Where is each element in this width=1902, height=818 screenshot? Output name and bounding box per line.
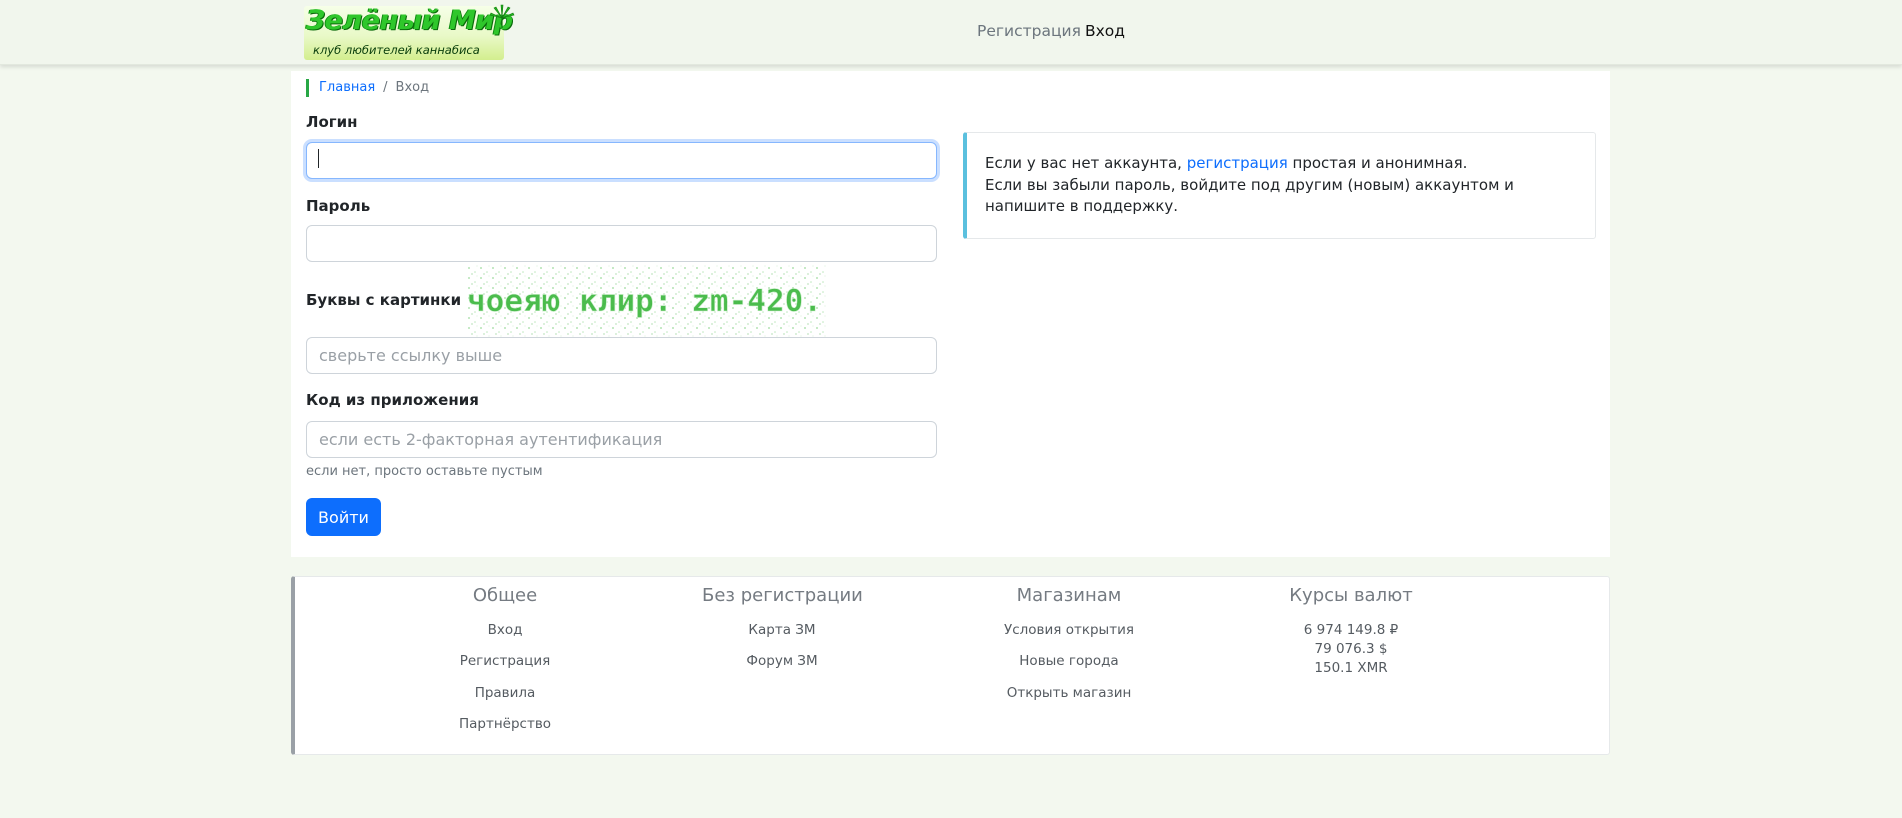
info-alert: Если у вас нет аккаунта, регистрация про… (963, 132, 1596, 239)
rate-xmr: 150.1 XMR (1314, 660, 1388, 676)
two-factor-help-text: если нет, просто оставьте пустым (306, 464, 543, 479)
password-label: Пароль (306, 197, 371, 215)
text-caret (318, 149, 319, 168)
footer-link-open-conditions[interactable]: Условия открытия (979, 622, 1159, 638)
code-label: Код из приложения (306, 391, 479, 409)
footer-link-register[interactable]: Регистрация (425, 653, 585, 669)
info-line1-suffix: простая и анонимная. (1287, 154, 1468, 172)
footer-link-map[interactable]: Карта ЗМ (702, 622, 862, 638)
footer-title-no-registration: Без регистрации (702, 585, 863, 606)
login-input[interactable] (306, 142, 937, 179)
rate-rub: 6 974 149.8 ₽ (1303, 622, 1399, 638)
rate-usd: 79 076.3 $ (1314, 641, 1388, 657)
breadcrumb-current: Вход (395, 80, 430, 95)
login-submit-button[interactable]: Войти (306, 498, 381, 536)
info-register-link[interactable]: регистрация (1187, 154, 1288, 172)
footer-link-open-shop[interactable]: Открыть магазин (979, 685, 1159, 701)
footer-link-rules[interactable]: Правила (425, 685, 585, 701)
breadcrumb: Главная / Вход (306, 79, 429, 97)
cannabis-leaf-icon (489, 4, 515, 28)
info-line2: Если вы забыли пароль, войдите под други… (985, 175, 1514, 216)
footer-link-partnership[interactable]: Партнёрство (425, 716, 585, 732)
footer: Общее Вход Регистрация Правила Партнёрст… (291, 576, 1610, 755)
captcha-text: чоеяю клир: zm-420. (467, 284, 822, 319)
site-logo[interactable]: Зелёный Мир клуб любителей каннабиса (304, 2, 515, 60)
logo-subtitle: клуб любителей каннабиса (313, 43, 480, 57)
captcha-label: Буквы с картинки (306, 291, 462, 309)
breadcrumb-separator: / (383, 80, 388, 95)
login-label: Логин (306, 113, 358, 131)
breadcrumb-home-link[interactable]: Главная (319, 80, 375, 95)
captcha-image: чоеяю клир: zm-420. (467, 265, 827, 337)
footer-link-login[interactable]: Вход (425, 622, 585, 638)
logo-title: Зелёный Мир (306, 5, 513, 36)
main-container: Главная / Вход Логин Пароль Буквы с картин… (291, 71, 1610, 557)
footer-title-shops: Магазинам (1016, 585, 1122, 606)
footer-link-new-cities[interactable]: Новые города (979, 653, 1159, 669)
captcha-input[interactable] (306, 337, 937, 374)
footer-title-general: Общее (472, 585, 538, 606)
password-input[interactable] (306, 225, 937, 262)
info-line1-prefix: Если у вас нет аккаунта, (985, 154, 1187, 172)
top-navbar: Зелёный Мир клуб любителей каннабиса Рег… (0, 0, 1902, 65)
nav-login-link[interactable]: Вход (1085, 22, 1125, 40)
footer-title-rates: Курсы валют (1289, 585, 1413, 606)
nav-register-link[interactable]: Регистрация (977, 22, 1081, 40)
footer-link-forum[interactable]: Форум ЗМ (702, 653, 862, 669)
two-factor-code-input[interactable] (306, 421, 937, 458)
